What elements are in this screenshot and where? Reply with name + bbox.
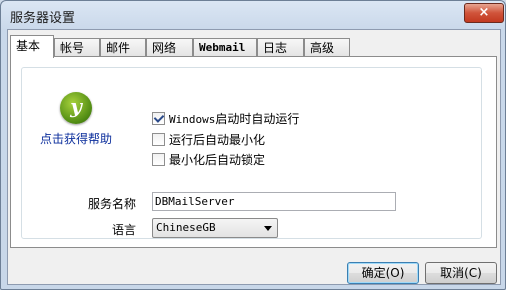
language-label: 语言 xyxy=(112,223,137,237)
autostart-label: Windows启动时自动运行 xyxy=(169,111,300,126)
settings-group: y 点击获得帮助 Windows启动时自动运行 运行后自动最小化 最小化后自动锁… xyxy=(21,67,482,239)
tab-basic[interactable]: 基本 xyxy=(10,35,54,58)
tab-network[interactable]: 网络 xyxy=(146,38,193,56)
help-icon[interactable]: y xyxy=(60,92,92,124)
tab-log[interactable]: 日志 xyxy=(257,38,304,56)
chevron-down-icon xyxy=(264,226,272,231)
service-name-input[interactable]: DBMailServer xyxy=(152,192,396,211)
tab-webmail[interactable]: Webmail xyxy=(193,38,257,56)
autostart-checkbox-row[interactable]: Windows启动时自动运行 xyxy=(152,110,299,126)
tab-panel-basic: y 点击获得帮助 Windows启动时自动运行 运行后自动最小化 最小化后自动锁… xyxy=(10,56,497,248)
help-link[interactable]: 点击获得帮助 xyxy=(40,130,112,147)
lock-after-minimize-checkbox[interactable] xyxy=(152,152,165,166)
close-button[interactable]: × xyxy=(464,3,504,23)
minimize-checkbox-row[interactable]: 运行后自动最小化 xyxy=(152,131,265,147)
lock-after-minimize-label: 最小化后自动锁定 xyxy=(169,152,266,167)
language-value: ChineseGB xyxy=(156,221,216,234)
minimize-after-run-label: 运行后自动最小化 xyxy=(169,132,266,147)
tab-mail[interactable]: 邮件 xyxy=(100,38,146,56)
tab-strip: 基本 帐号 邮件 网络 Webmail 日志 高级 xyxy=(10,35,500,58)
close-icon: × xyxy=(478,5,490,20)
service-name-label: 服务名称 xyxy=(88,197,137,211)
dialog-body: 基本 帐号 邮件 网络 Webmail 日志 高级 y 点击获得帮助 Windo… xyxy=(7,29,501,285)
tab-accounts[interactable]: 帐号 xyxy=(54,38,100,56)
minimize-after-run-checkbox[interactable] xyxy=(152,132,165,146)
tab-advanced[interactable]: 高级 xyxy=(304,38,350,56)
autostart-checkbox[interactable] xyxy=(152,111,165,125)
window-title: 服务器设置 xyxy=(10,11,76,26)
title-bar[interactable]: 服务器设置 × xyxy=(1,1,505,29)
language-select[interactable]: ChineseGB xyxy=(152,218,278,238)
ok-button[interactable]: 确定(O) xyxy=(347,262,419,284)
settings-window: 服务器设置 × 基本 帐号 邮件 网络 Webmail 日志 高级 y 点击获得… xyxy=(0,0,506,290)
lock-checkbox-row[interactable]: 最小化后自动锁定 xyxy=(152,151,265,167)
cancel-button[interactable]: 取消(C) xyxy=(425,262,497,284)
